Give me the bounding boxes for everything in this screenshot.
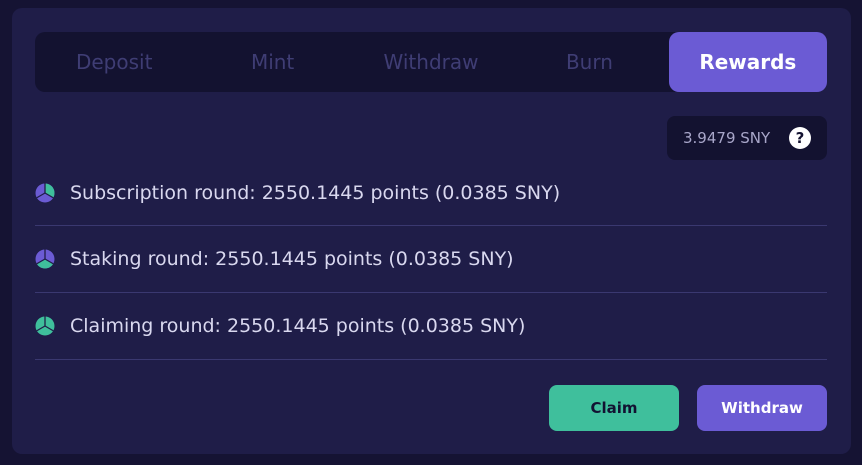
round-row-subscription: Subscription round: 2550.1445 points (0.… (35, 160, 827, 226)
tab-bar: Deposit Mint Withdraw Burn Rewards (35, 32, 828, 92)
pie-chart-icon (35, 316, 55, 336)
tab-burn[interactable]: Burn (510, 32, 668, 92)
rewards-card: Deposit Mint Withdraw Burn Rewards 3.947… (12, 8, 851, 454)
withdraw-button[interactable]: Withdraw (697, 385, 827, 431)
round-row-claiming: Claiming round: 2550.1445 points (0.0385… (35, 293, 827, 360)
round-claiming-text: Claiming round: 2550.1445 points (0.0385… (70, 315, 526, 337)
round-subscription-text: Subscription round: 2550.1445 points (0.… (70, 181, 561, 204)
balance-value: 3.9479 SNY (683, 129, 771, 147)
tab-withdraw[interactable]: Withdraw (352, 32, 510, 92)
question-mark-icon[interactable]: ? (789, 127, 811, 149)
pie-chart-icon (35, 183, 55, 202)
round-staking-text: Staking round: 2550.1445 points (0.0385 … (70, 248, 514, 270)
round-row-staking: Staking round: 2550.1445 points (0.0385 … (35, 226, 827, 293)
claim-button[interactable]: Claim (549, 385, 679, 431)
round-list: Subscription round: 2550.1445 points (0.… (35, 160, 827, 360)
balance-badge: 3.9479 SNY ? (667, 116, 827, 160)
pie-chart-icon (35, 249, 55, 269)
tab-mint[interactable]: Mint (193, 32, 351, 92)
tab-rewards[interactable]: Rewards (668, 32, 828, 92)
tab-deposit[interactable]: Deposit (35, 32, 193, 92)
